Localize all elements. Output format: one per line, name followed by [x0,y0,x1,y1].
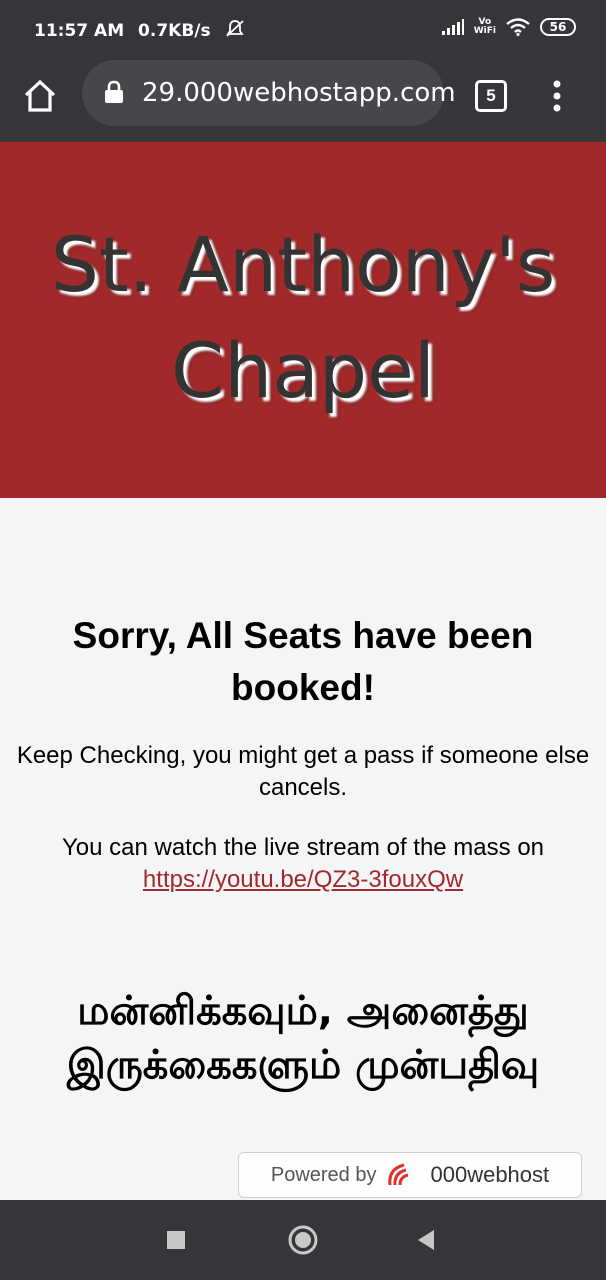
site-title-line2: Chapel [171,326,435,415]
triangle-back-icon[interactable] [410,1224,442,1256]
site-title: St. Anthony's Chapel [0,212,606,424]
browser-toolbar: 29.000webhostapp.com 5 [0,60,606,142]
site-header: St. Anthony's Chapel [0,142,606,498]
circle-icon[interactable] [287,1224,319,1256]
url-text: 29.000webhostapp.com [142,78,456,108]
more-vert-icon[interactable] [547,76,567,116]
home-icon[interactable] [22,78,58,114]
keep-checking-text: Keep Checking, you might get a pass if s… [16,742,590,801]
notification-off-icon [225,20,244,37]
battery-indicator: 56 [540,18,576,36]
stream-link[interactable]: https://youtu.be/QZ3-3fouxQw [143,866,463,893]
status-speed: 0.7KB/s [138,21,211,41]
brand-label: 000webhost [430,1162,550,1187]
webhost-logo-icon [388,1163,409,1186]
live-stream-prefix: You can watch the live stream of the mas… [61,834,545,861]
vowifi-indicator: Vo WiFi [474,18,496,36]
main-content: Sorry, All Seats have been booked! Keep … [0,498,606,1200]
tab-switcher-button[interactable]: 5 [475,80,507,112]
powered-by-label: Powered by [270,1163,377,1186]
status-right: Vo WiFi 56 [441,18,576,36]
site-title-line1: St. Anthony's [50,220,556,309]
powered-by-badge[interactable]: Powered by 000webhost [238,1152,582,1198]
square-icon[interactable] [160,1224,192,1256]
vowifi-bottom: WiFi [473,26,496,36]
tamil-heading: மன்னிக்கவும், அனைத்து இருக்கைகளும் முன்ப… [66,988,540,1088]
wifi-icon [506,18,530,36]
live-stream-text: You can watch the live stream of the mas… [10,832,596,896]
status-bar: 11:57 AM 0.7KB/s Vo WiFi 56 [0,0,606,60]
status-time: 11:57 AM [34,21,125,41]
status-left: 11:57 AM 0.7KB/s [34,19,245,41]
signal-icon [441,19,464,35]
lock-icon [105,80,123,103]
booking-full-heading: Sorry, All Seats have been booked! [72,615,534,708]
address-bar[interactable]: 29.000webhostapp.com [82,60,456,126]
navigation-bar [0,1200,606,1280]
